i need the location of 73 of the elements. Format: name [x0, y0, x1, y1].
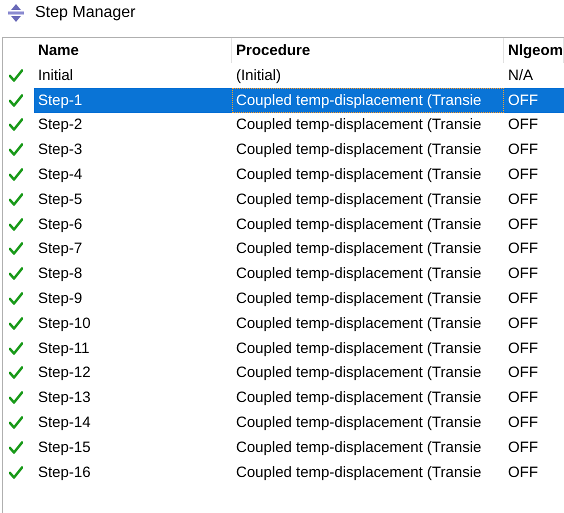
- table-cell-text: Step-15: [37, 438, 92, 458]
- table-row[interactable]: Step-1 Coupled temp-displacement (Transie OFF: [3, 88, 564, 113]
- table-cell-text: OFF: [507, 363, 539, 384]
- table-cell: Step-1: [34, 88, 232, 113]
- table-cell-text: OFF: [507, 338, 539, 359]
- table-cell-text: OFF: [507, 239, 539, 260]
- table-cell: Coupled temp-displacement (Transie: [232, 88, 504, 113]
- table-cell-text: OFF: [507, 140, 539, 160]
- table-cell-text: Coupled temp-displacement (Transie: [235, 140, 482, 160]
- table-cell-text: Step-6: [37, 214, 84, 235]
- table-row[interactable]: Step-10 Coupled temp-displacement (Transie OFF: [3, 310, 564, 336]
- table-row[interactable]: Step-4 Coupled temp-displacement (Transie OFF: [3, 162, 564, 187]
- table-row[interactable]: Step-3 Coupled temp-displacement (Transie OFF: [3, 137, 564, 162]
- table-cell-text: Step-14: [37, 413, 92, 434]
- table-cell-text: OFF: [507, 462, 539, 483]
- table-cell-text: Coupled temp-displacement (Transie: [235, 165, 482, 186]
- table-row[interactable]: Step-14 Coupled temp-displacement (Transie OFF: [3, 410, 564, 435]
- column-header[interactable]: Name: [34, 38, 232, 63]
- table-cell-text: OFF: [507, 264, 539, 284]
- table-cell-text: Step-2: [37, 115, 84, 136]
- table-cell-text: Coupled temp-displacement (Transie: [235, 363, 482, 384]
- table-cell-text: Step-3: [37, 140, 84, 160]
- table-cell-text: Coupled temp-displacement (Transie: [235, 264, 482, 284]
- column-header[interactable]: Procedure: [232, 38, 504, 63]
- table-cell-text: Step-16: [37, 462, 92, 483]
- table-cell-text: Coupled temp-displacement (Transie: [235, 190, 482, 210]
- table-row[interactable]: Step-13 Coupled temp-displacement (Transie OFF: [3, 385, 564, 410]
- table-cell-text: Step-8: [37, 264, 84, 284]
- table-cell-text: OFF: [507, 190, 539, 210]
- table-cell-text: OFF: [507, 388, 539, 408]
- table-cell-text: (Initial): [235, 66, 282, 86]
- table-row[interactable]: Step-12 Coupled temp-displacement (Transie OFF: [3, 360, 564, 386]
- table-cell-text: Step-9: [37, 289, 84, 310]
- column-header[interactable]: Nlgeom: [504, 38, 564, 63]
- table-row[interactable]: Step-6 Coupled temp-displacement (Transie OFF: [3, 212, 564, 237]
- table-row[interactable]: Step-5 Coupled temp-displacement (Transie OFF: [3, 186, 564, 212]
- app-icon: [6, 3, 26, 23]
- table-cell-text: Step-12: [37, 363, 92, 384]
- table-cell-text: Step-7: [37, 239, 84, 260]
- table-cell-text: N/A: [507, 66, 534, 86]
- table-cell-text: OFF: [507, 214, 539, 235]
- table-row[interactable]: Step-16 Coupled temp-displacement (Transie OFF: [3, 460, 564, 485]
- table-cell-text: Coupled temp-displacement (Transie: [235, 289, 482, 310]
- table-cell-text: Coupled temp-displacement (Transie: [235, 388, 482, 408]
- table-cell-text: Step-5: [37, 190, 84, 210]
- table-cell-text: Coupled temp-displacement (Transie: [235, 115, 482, 136]
- table-cell-text: Coupled temp-displacement (Transie: [235, 438, 482, 458]
- table-row[interactable]: Step-7 Coupled temp-displacement (Transie OFF: [3, 236, 564, 262]
- table-cell-text: Initial: [37, 66, 74, 86]
- table-cell-text: OFF: [507, 413, 539, 434]
- table-cell-text: OFF: [507, 289, 539, 310]
- table-row[interactable]: Step-9 Coupled temp-displacement (Transie OFF: [3, 286, 564, 311]
- table-cell: OFF: [504, 88, 564, 113]
- table-cell-text: Step-11: [37, 338, 90, 359]
- table-row[interactable]: Initial (Initial) N/A: [3, 63, 564, 88]
- table-cell-text: Step-13: [37, 388, 92, 408]
- table-row[interactable]: Step-11 Coupled temp-displacement (Transie OFF: [3, 336, 564, 361]
- table-cell-text: Coupled temp-displacement (Transie: [235, 314, 482, 334]
- table-cell-text: Coupled temp-displacement (Transie: [235, 338, 482, 359]
- table-cell-text: OFF: [507, 314, 539, 334]
- table-cell-text: OFF: [507, 115, 539, 136]
- table-row[interactable]: Step-2 Coupled temp-displacement (Transie OFF: [3, 112, 564, 138]
- table-cell-text: OFF: [507, 165, 539, 186]
- table-cell-text: Coupled temp-displacement (Transie: [235, 462, 482, 483]
- window-title: Step Manager: [35, 4, 136, 22]
- table-row[interactable]: Step-8 Coupled temp-displacement (Transie OFF: [3, 261, 564, 286]
- table-row[interactable]: Step-15 Coupled temp-displacement (Transie OFF: [3, 434, 564, 460]
- table-cell-text: OFF: [507, 438, 539, 458]
- table-cell-text: Coupled temp-displacement (Transie: [235, 214, 482, 235]
- table-cell-text: Step-10: [37, 314, 92, 334]
- table-cell-text: Coupled temp-displacement (Transie: [235, 413, 482, 434]
- table-cell-text: Coupled temp-displacement (Transie: [235, 239, 482, 260]
- table-cell-text: Step-4: [37, 165, 84, 186]
